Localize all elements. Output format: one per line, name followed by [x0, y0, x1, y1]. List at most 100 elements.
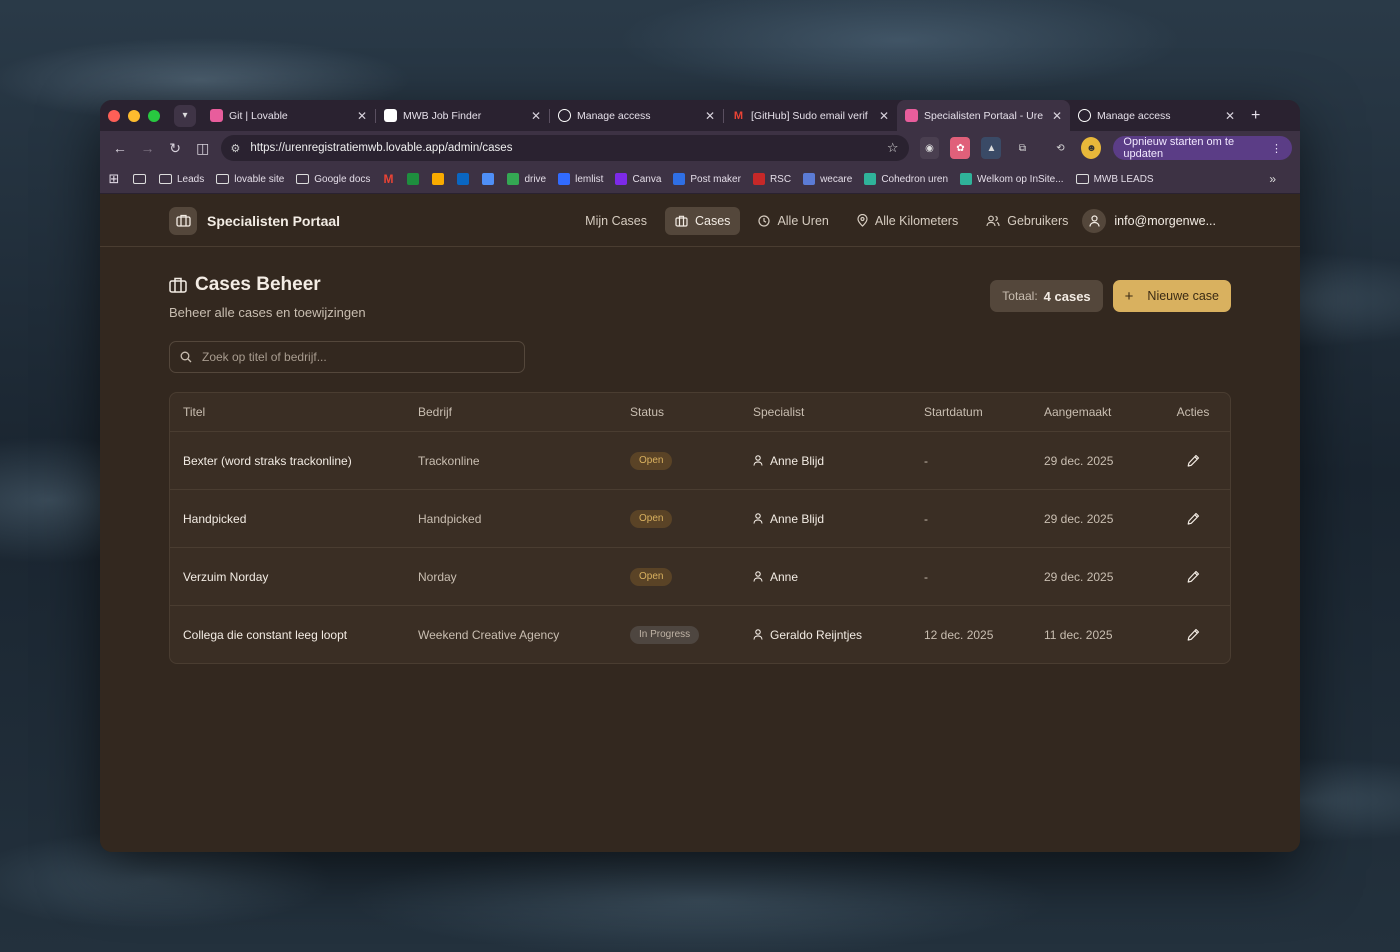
bookmark-lemlist[interactable]: lemlist [558, 173, 603, 185]
browser-tab[interactable]: Git | Lovable ✕ [202, 100, 375, 131]
close-tab-icon[interactable]: ✕ [1225, 109, 1235, 123]
bookmark-mail[interactable] [482, 173, 499, 185]
user-icon [753, 455, 763, 466]
edit-pencil-icon[interactable] [1187, 454, 1200, 467]
gmail-icon: M [733, 109, 744, 122]
case-company: Handpicked [418, 511, 482, 526]
url-field[interactable]: ⚙ https://urenregistratiemwb.lovable.app… [220, 135, 909, 161]
site-info-icon[interactable]: ⚙ [231, 142, 241, 155]
reload-button[interactable]: ↻ [163, 140, 187, 157]
mail-icon [482, 173, 495, 185]
column-header-status: Status [630, 405, 665, 419]
gmail-icon: M [383, 172, 394, 186]
user-icon [1082, 208, 1107, 233]
mwb-icon [384, 109, 397, 122]
specialist-cell: Anne Blijd [753, 454, 924, 468]
bookmark-folder[interactable] [133, 174, 151, 184]
tab-search-button[interactable]: ▾ [174, 104, 196, 127]
bookmark-star-icon[interactable]: ☆ [887, 140, 899, 156]
bookmark-label: Leads [177, 173, 205, 185]
rsc-icon [752, 173, 765, 185]
bookmark-post-maker[interactable]: Post maker [673, 173, 741, 185]
close-tab-icon[interactable]: ✕ [879, 109, 889, 123]
cohedron-icon [864, 173, 877, 185]
profile-avatar[interactable]: ☻ [1081, 137, 1102, 159]
user-email: info@morgenwe... [1114, 213, 1216, 228]
nav-alle-kilometers[interactable]: Alle Kilometers [847, 207, 968, 235]
close-tab-icon[interactable]: ✕ [531, 109, 541, 123]
window-controls [108, 109, 160, 122]
tab-title: Manage access [1097, 109, 1171, 122]
close-tab-icon[interactable]: ✕ [1052, 109, 1062, 123]
case-title: Collega die constant leeg loopt [183, 627, 348, 642]
bookmark-google-docs[interactable]: Google docs [296, 174, 370, 185]
bookmark-drive[interactable]: drive [507, 173, 546, 185]
new-tab-button[interactable]: + [1251, 107, 1260, 125]
bookmark-linkedin[interactable] [457, 173, 474, 185]
forward-button[interactable]: → [136, 140, 160, 156]
browser-tab[interactable]: MWB Job Finder ✕ [376, 100, 549, 131]
close-tab-icon[interactable]: ✕ [705, 109, 715, 123]
close-window-button[interactable] [108, 109, 120, 122]
browser-tab[interactable]: Manage access ✕ [550, 100, 723, 131]
edit-pencil-icon[interactable] [1187, 628, 1200, 641]
bookmark-mwb-leads[interactable]: MWB LEADS [1075, 174, 1154, 185]
bookmark-apps[interactable]: ⊞ [108, 171, 125, 186]
tab-title: MWB Job Finder [403, 109, 482, 122]
created-date: 29 dec. 2025 [1044, 511, 1114, 526]
created-date: 11 dec. 2025 [1044, 627, 1113, 642]
edit-pencil-icon[interactable] [1187, 570, 1200, 583]
nav-mijn-cases[interactable]: Mijn Cases [575, 207, 657, 235]
column-header-acties: Acties [1176, 405, 1210, 419]
back-button[interactable]: ← [108, 140, 132, 156]
new-case-button[interactable]: + Nieuwe case [1112, 280, 1231, 312]
search-input[interactable]: Zoek op titel of bedrijf... [169, 341, 525, 373]
case-title: Bexter (word straks trackonline) [183, 453, 352, 468]
drive-icon [507, 173, 520, 185]
status-badge: Open [630, 451, 673, 470]
nav-alle-uren[interactable]: Alle Uren [748, 207, 838, 235]
brand-name: Specialisten Portaal [207, 212, 341, 229]
browser-tab[interactable]: Specialisten Portaal - Ure ✕ [897, 100, 1070, 131]
status-cell: In Progress [630, 625, 753, 644]
bookmark-rsc[interactable]: RSC [752, 173, 791, 185]
nav-cases[interactable]: Cases [665, 206, 741, 235]
tab-title: [GitHub] Sudo email verif [751, 109, 868, 122]
extension-icon[interactable]: ✿ [950, 137, 971, 159]
browser-tab[interactable]: Manage access ✕ [1070, 100, 1243, 131]
canva-icon [615, 173, 628, 185]
sidebar-icon[interactable]: ◫ [191, 140, 215, 157]
bookmark-meet[interactable] [407, 173, 424, 185]
bookmark-welkom-op-insite-[interactable]: Welkom op InSite... [960, 173, 1064, 185]
bookmark-video[interactable] [432, 173, 449, 185]
browser-tab[interactable]: M [GitHub] Sudo email verif ✕ [724, 100, 897, 131]
update-button[interactable]: Opnieuw starten om te updaten ⋮ [1113, 136, 1292, 160]
case-company: Norday [418, 569, 457, 584]
status-badge: Open [630, 509, 673, 528]
bookmark-cohedron-uren[interactable]: Cohedron uren [864, 173, 948, 185]
bookmark-wecare[interactable]: wecare [803, 173, 852, 185]
tabs: Git | Lovable ✕ MWB Job Finder ✕ Manage acce… [202, 100, 1243, 131]
maximize-window-button[interactable] [148, 109, 160, 122]
close-tab-icon[interactable]: ✕ [357, 109, 367, 123]
edit-pencil-icon[interactable] [1187, 512, 1200, 525]
meet-icon [407, 173, 420, 185]
map-pin-icon [857, 214, 868, 227]
extension-icon-2[interactable]: ▲ [981, 137, 1002, 159]
sync-icon[interactable]: ⟲ [1050, 137, 1070, 159]
brand[interactable]: Specialisten Portaal [169, 206, 341, 235]
nav-gebruikers[interactable]: Gebruikers [976, 207, 1078, 235]
user-menu[interactable]: info@morgenwe... [1082, 208, 1216, 233]
main-nav: Mijn Cases Cases Alle Uren Alle Kilometers G… [575, 206, 1078, 235]
specialist-cell: Anne Blijd [753, 512, 924, 526]
extensions-puzzle-icon[interactable]: ⧉ [1012, 137, 1032, 159]
bookmark-leads[interactable]: Leads [159, 174, 204, 185]
minimize-window-button[interactable] [128, 109, 140, 122]
lovable-icon [210, 109, 223, 122]
camera-extension-icon[interactable]: ◉ [919, 137, 940, 159]
more-bookmarks-icon[interactable]: » [1269, 172, 1276, 186]
bookmark-canva[interactable]: Canva [615, 173, 661, 185]
lovable-icon [905, 109, 918, 122]
bookmark-lovable-site[interactable]: lovable site [216, 174, 284, 185]
bookmark-gmail[interactable]: M [382, 172, 399, 186]
